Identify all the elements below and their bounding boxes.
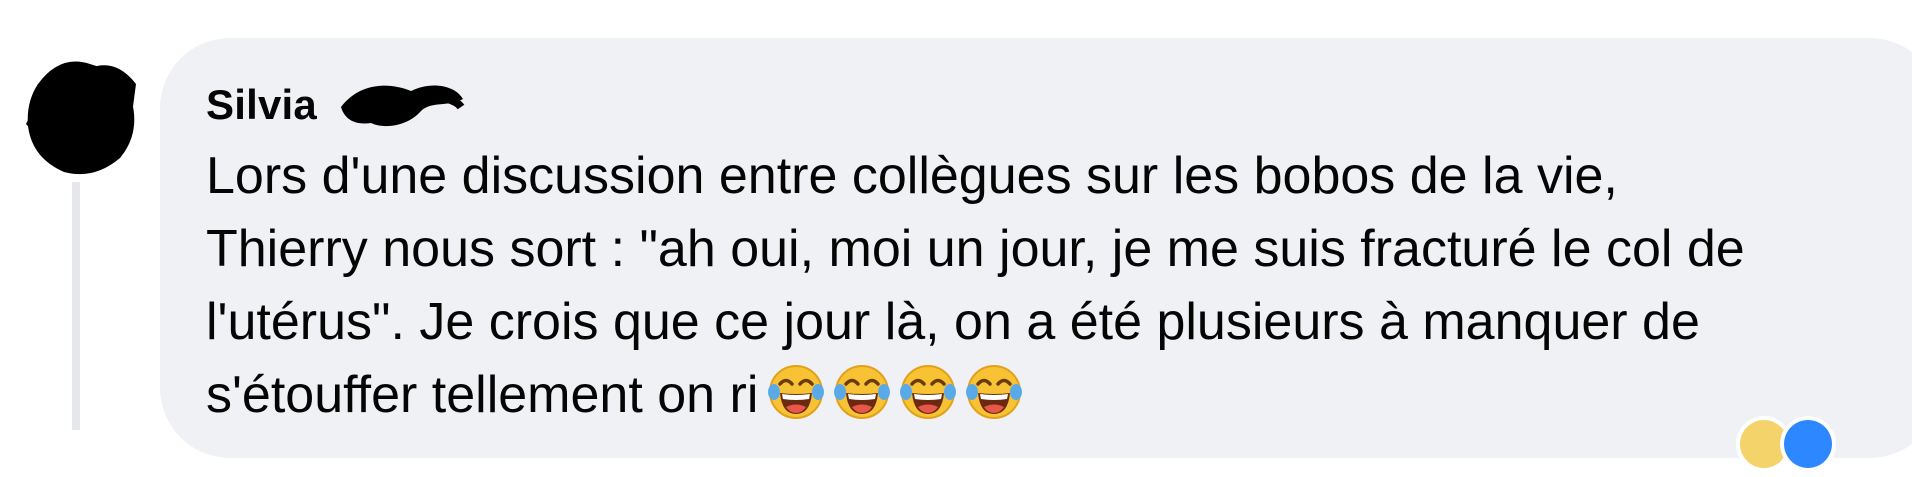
face-with-tears-of-joy-icon	[768, 365, 825, 419]
face-with-tears-of-joy-icon	[966, 365, 1023, 419]
redacted-avatar-icon	[26, 61, 136, 175]
face-with-tears-of-joy-icon	[834, 365, 891, 419]
redacted-surname-scribble-icon	[340, 85, 465, 127]
comment-text-line: l'utérus". Je crois que ce jour là, on a…	[206, 293, 1700, 351]
comment-header: Silvia	[206, 74, 1890, 136]
comment-bubble: Silvia Lors d'une discussion entre collè…	[160, 38, 1912, 458]
thread-connector-line	[72, 182, 80, 430]
comment-author-name[interactable]: Silvia	[206, 81, 317, 129]
face-with-tears-of-joy-icon	[900, 365, 957, 419]
comment-text: Lors d'une discussion entre collègues su…	[206, 140, 1912, 442]
comment-text-line: Thierry nous sort : "ah oui, moi un jour…	[206, 220, 1745, 278]
reaction-icons	[1736, 416, 1836, 472]
emoji-group	[766, 362, 1030, 442]
reaction-summary[interactable]	[1728, 412, 1858, 472]
like-reaction-icon	[1784, 420, 1832, 468]
comment-text-line: s'étouffer tellement on ri	[206, 366, 759, 424]
comment-text-line: Lors d'une discussion entre collègues su…	[206, 147, 1618, 205]
avatar[interactable]	[20, 54, 144, 178]
